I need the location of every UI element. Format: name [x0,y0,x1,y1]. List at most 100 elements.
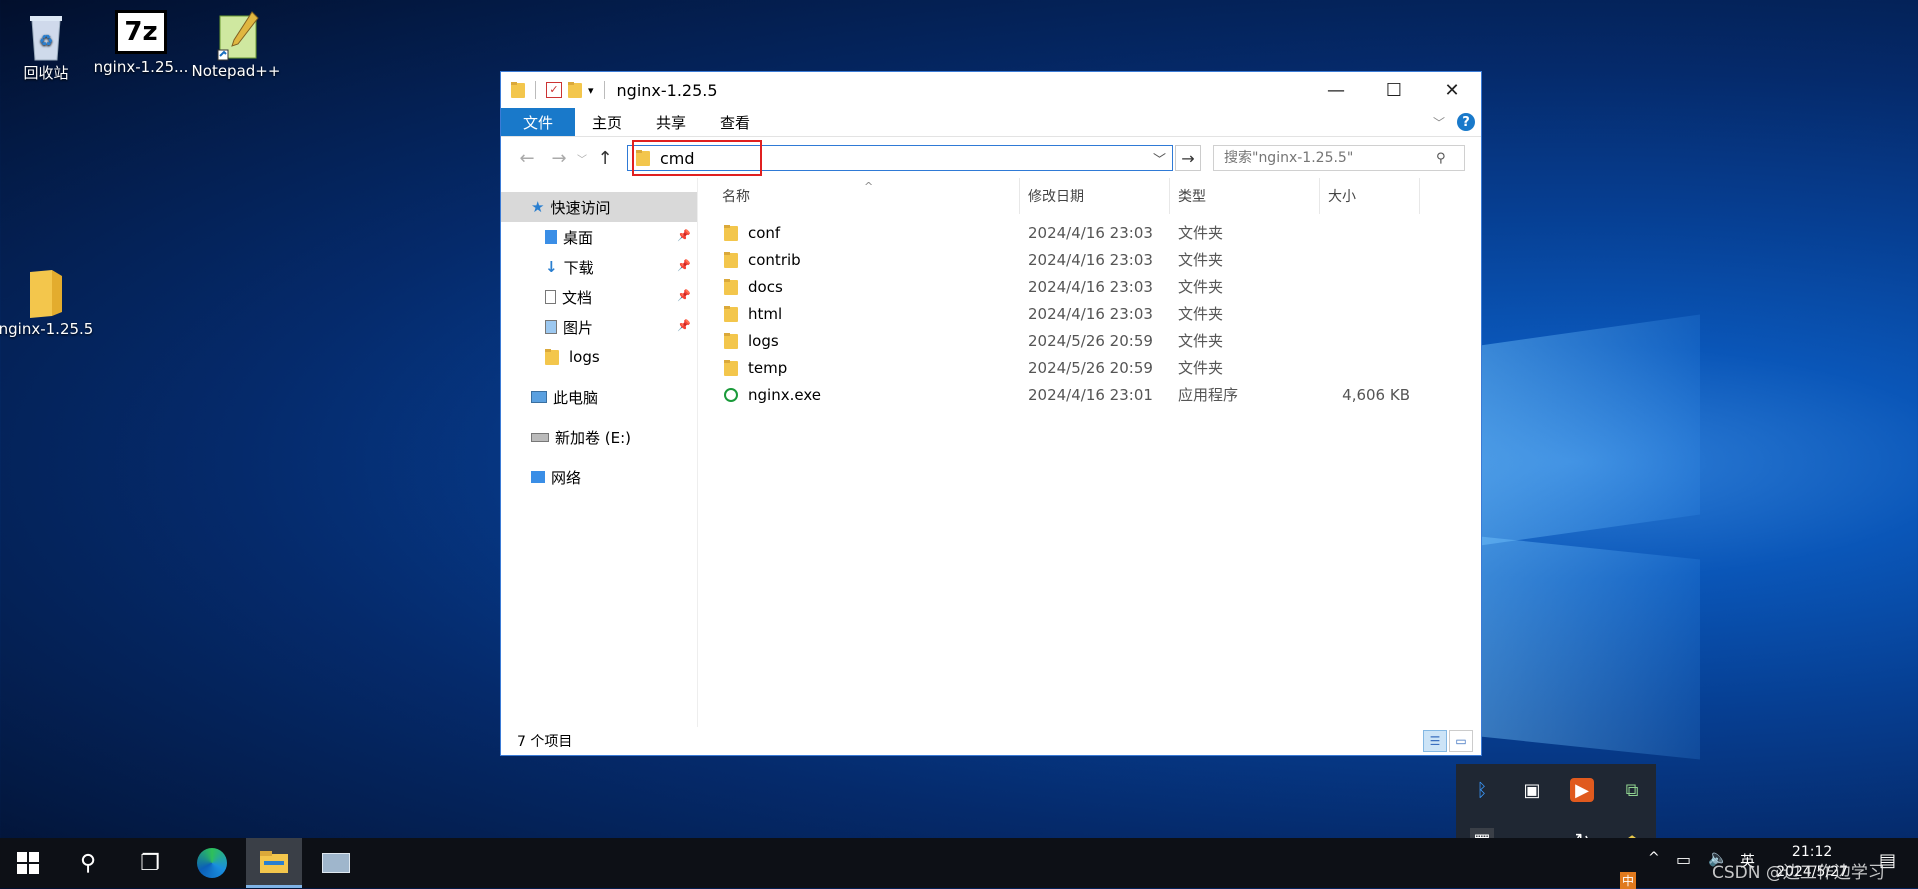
document-icon [545,290,556,304]
quick-access-toolbar: ✓ ▾ [511,81,609,99]
taskbar: ⚲ ❐ ^ ▭ 🔈 英 21:12 2024/5/27 ▤ 中 [0,838,1918,889]
column-header-size[interactable]: 大小 [1320,178,1420,214]
file-row[interactable]: html 2024/4/16 23:03 文件夹 [698,300,1481,327]
tray-chevron-up-icon[interactable]: ^ [1648,850,1660,866]
customize-toolbar-icon[interactable]: ▾ [588,84,594,97]
tab-view[interactable]: 查看 [703,108,767,136]
display-settings-icon[interactable]: ▣ [1520,778,1544,802]
up-arrow-icon[interactable]: ↑ [589,148,621,169]
large-icons-view-icon[interactable]: ▭ [1449,730,1473,752]
properties-icon[interactable]: ✓ [546,82,562,98]
desktop-icon-recycle-bin[interactable]: ♻ 回收站 [0,10,94,83]
svg-text:♻: ♻ [39,31,53,50]
drive-icon [531,432,549,442]
desktop-icon-nginx-folder[interactable]: nginx-1.25.5 [0,268,94,338]
close-button[interactable]: ✕ [1423,72,1481,108]
file-row[interactable]: nginx.exe 2024/4/16 23:01 应用程序 4,606 KB [698,381,1481,408]
go-arrow-icon[interactable]: → [1175,145,1201,171]
tab-home[interactable]: 主页 [575,108,639,136]
remote-desktop-icon[interactable]: ⧉ [1620,778,1644,802]
nav-quick-access[interactable]: ★ 快速访问 [501,192,697,222]
tab-file[interactable]: 文件 [501,108,576,136]
pin-icon: 📌 [677,289,691,302]
status-bar: 7 个项目 ☰ ▭ [501,727,1481,755]
pin-icon: 📌 [677,259,691,272]
wallpaper-beam [1480,314,1700,546]
search-icon: ⚲ [1436,150,1446,166]
notepad-plus-plus-icon [212,10,260,61]
seven-zip-glyph: 7z [124,17,158,47]
folder-icon [545,349,559,365]
column-header-type[interactable]: 类型 [1170,178,1320,214]
pictures-icon [545,320,557,334]
nav-item-desktop[interactable]: 桌面 📌 [501,222,697,252]
chevron-down-icon[interactable]: ﹀ [1153,149,1166,168]
column-header-date[interactable]: 修改日期 [1020,178,1170,214]
nav-item-downloads[interactable]: ↓ 下载 📌 [501,252,697,282]
download-icon: ↓ [545,258,558,276]
expand-ribbon-icon[interactable]: ﹀ [1433,114,1445,131]
file-row[interactable]: docs 2024/4/16 23:03 文件夹 [698,273,1481,300]
start-windows-icon[interactable] [0,838,56,888]
nav-item-documents[interactable]: 文档 📌 [501,282,697,312]
pin-icon: 📌 [677,319,691,332]
nav-drive-e[interactable]: 新加卷 (E:) [501,422,697,452]
star-icon: ★ [531,198,545,216]
desktop-icon [545,230,557,244]
back-arrow-icon[interactable]: ← [511,148,543,169]
ime-overflow-icon[interactable]: 中 [1620,872,1637,889]
recent-locations-chevron-icon[interactable]: ﹀ [575,151,589,166]
search-icon[interactable]: ⚲ [60,838,116,888]
folder-icon [724,359,738,376]
file-row[interactable]: contrib 2024/4/16 23:03 文件夹 [698,246,1481,273]
explorer-body: ★ 快速访问 桌面 📌 ↓ 下载 📌 文档 📌 图片 📌 logs 此电脑 新加… [501,178,1481,727]
window-controls: — ☐ ✕ [1307,72,1481,108]
search-input[interactable] [1222,149,1436,167]
column-headers: 名称 修改日期 类型 大小 ^ [698,178,1481,214]
file-explorer-taskbar-icon[interactable] [246,838,302,888]
help-icon[interactable]: ? [1457,113,1475,131]
navigation-pane: ★ 快速访问 桌面 📌 ↓ 下载 📌 文档 📌 图片 📌 logs 此电脑 新加… [501,178,698,727]
file-row[interactable]: logs 2024/5/26 20:59 文件夹 [698,327,1481,354]
nginx-exe-icon [724,387,738,402]
folder-icon [724,278,738,295]
computer-icon [531,391,547,403]
item-count: 7 个项目 [517,734,573,750]
forward-arrow-icon[interactable]: → [543,148,575,169]
file-list: 名称 修改日期 类型 大小 ^ conf 2024/4/16 23:03 文件夹… [698,178,1481,727]
app-tray-icon[interactable]: ▶ [1570,778,1594,802]
folder-icon [724,251,738,268]
search-box[interactable]: ⚲ [1213,145,1465,171]
file-row[interactable]: conf 2024/4/16 23:03 文件夹 [698,219,1481,246]
network-tray-icon[interactable]: ▭ [1676,850,1691,869]
nav-this-pc[interactable]: 此电脑 [501,382,697,412]
watermark: CSDN @边工作边学习 [1712,863,1885,883]
new-folder-icon[interactable] [568,82,582,98]
remote-desktop-taskbar-icon[interactable] [308,838,364,888]
details-view-icon[interactable]: ☰ [1423,730,1447,752]
window-title: nginx-1.25.5 [616,80,718,100]
title-bar: ✓ ▾ nginx-1.25.5 — ☐ ✕ [501,72,1481,108]
nav-item-pictures[interactable]: 图片 📌 [501,312,697,342]
pin-icon: 📌 [677,229,691,242]
edge-browser-icon[interactable] [184,838,240,888]
file-row[interactable]: temp 2024/5/26 20:59 文件夹 [698,354,1481,381]
desktop-icon-nginx-7z[interactable]: 7z nginx-1.25... [93,10,189,76]
folder-icon [724,224,738,241]
sort-ascending-icon: ^ [864,180,874,193]
nav-item-logs[interactable]: logs [501,342,697,372]
minimize-button[interactable]: — [1307,72,1365,108]
folder-icon [511,82,525,98]
maximize-button[interactable]: ☐ [1365,72,1423,108]
network-icon [531,471,545,483]
column-header-name[interactable]: 名称 [698,178,1020,214]
folder-icon [22,268,70,318]
desktop-icon-notepad-plus-plus[interactable]: Notepad++ [188,10,284,80]
tab-share[interactable]: 共享 [639,108,703,136]
seven-zip-icon: 7z [115,10,167,54]
ribbon: 文件 主页 共享 查看 ﹀ ? [501,108,1481,137]
nav-network[interactable]: 网络 [501,462,697,492]
bluetooth-icon[interactable]: ᛒ [1470,778,1494,802]
highlight-box [632,140,762,176]
task-view-icon[interactable]: ❐ [122,838,178,888]
